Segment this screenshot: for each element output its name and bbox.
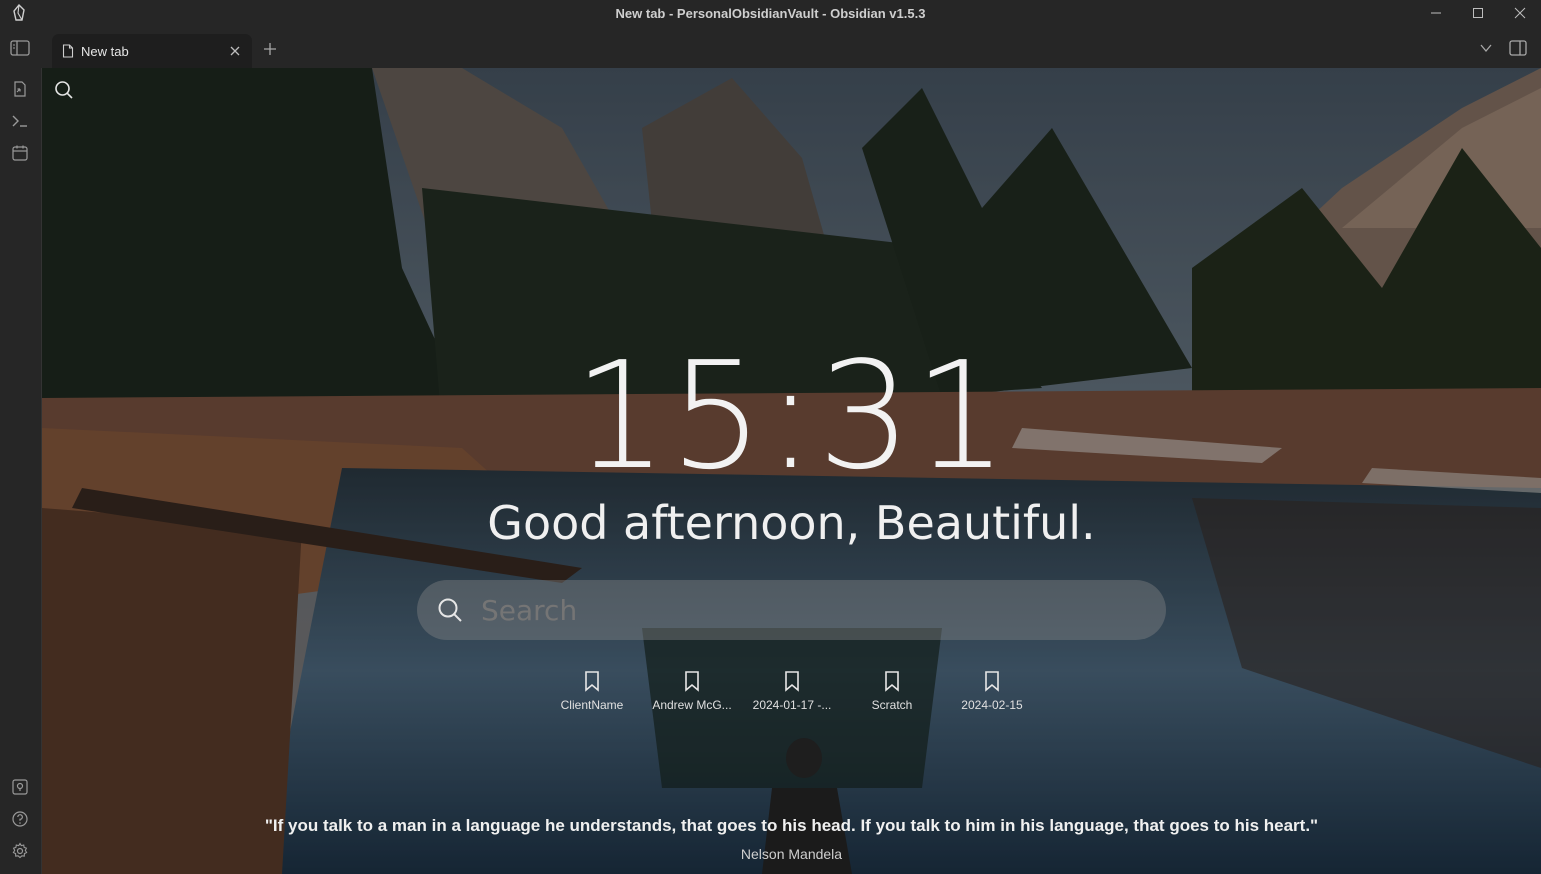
bookmark-item[interactable]: 2024-02-15 — [942, 668, 1042, 712]
bookmark-icon — [885, 671, 899, 692]
minimize-icon — [1431, 12, 1441, 14]
quote-author: Nelson Mandela — [740, 846, 843, 862]
bookmark-icon — [585, 671, 599, 692]
clock: 15:31 — [573, 330, 1010, 502]
maximize-button[interactable] — [1457, 0, 1499, 26]
close-window-button[interactable] — [1499, 0, 1541, 26]
bookmarks-row: ClientName Andrew McG... 2024-01-17 -...… — [542, 668, 1042, 728]
tab-new-tab[interactable]: New tab — [52, 34, 252, 68]
bookmark-label: 2024-02-15 — [961, 698, 1023, 712]
tab-label: New tab — [81, 43, 129, 59]
home-search-bar[interactable] — [417, 580, 1166, 640]
tab-bar: New tab — [0, 26, 1541, 68]
close-icon — [1514, 7, 1526, 19]
quote-text: "If you talk to a man in a language he u… — [264, 816, 1319, 835]
open-quick-switcher-icon[interactable] — [11, 80, 29, 98]
maximize-icon — [1473, 8, 1483, 18]
close-tab-icon[interactable] — [228, 44, 242, 58]
left-ribbon — [0, 68, 42, 874]
chevron-down-icon[interactable] — [1479, 42, 1493, 54]
document-icon — [62, 44, 74, 58]
bookmark-label: Andrew McG... — [652, 698, 732, 712]
bookmark-label: Scratch — [871, 698, 913, 712]
bookmark-item[interactable]: Scratch — [842, 668, 942, 712]
settings-icon[interactable] — [11, 842, 29, 860]
home-search-input[interactable] — [481, 593, 1081, 627]
bookmark-label: 2024-01-17 -... — [752, 698, 832, 712]
bookmark-label: ClientName — [560, 698, 624, 712]
bookmark-icon — [985, 671, 999, 692]
vault-icon[interactable] — [11, 778, 29, 796]
left-sidebar-toggle-icon[interactable] — [10, 40, 30, 56]
window-title: New tab - PersonalObsidianVault - Obsidi… — [615, 5, 926, 21]
calendar-icon[interactable] — [11, 144, 29, 162]
greeting: Good afternoon, Beautiful. — [487, 496, 1096, 550]
obsidian-logo-icon[interactable] — [10, 4, 28, 22]
new-tab-plus-icon[interactable] — [262, 41, 278, 57]
bookmark-item[interactable]: 2024-01-17 -... — [742, 668, 842, 712]
title-bar: New tab - PersonalObsidianVault - Obsidi… — [0, 0, 1541, 26]
bookmark-icon — [785, 671, 799, 692]
terminal-icon[interactable] — [11, 112, 29, 130]
minimize-button[interactable] — [1415, 0, 1457, 26]
search-icon — [438, 598, 462, 622]
search-icon[interactable] — [54, 80, 74, 100]
bookmark-icon — [685, 671, 699, 692]
new-tab-home-view: 15:31 Good afternoon, Beautiful. ClientN… — [42, 68, 1541, 874]
bookmark-item[interactable]: ClientName — [542, 668, 642, 712]
bookmark-item[interactable]: Andrew McG... — [642, 668, 742, 712]
right-sidebar-toggle-icon[interactable] — [1509, 40, 1527, 56]
window-controls — [1415, 0, 1541, 26]
help-icon[interactable] — [11, 810, 29, 828]
